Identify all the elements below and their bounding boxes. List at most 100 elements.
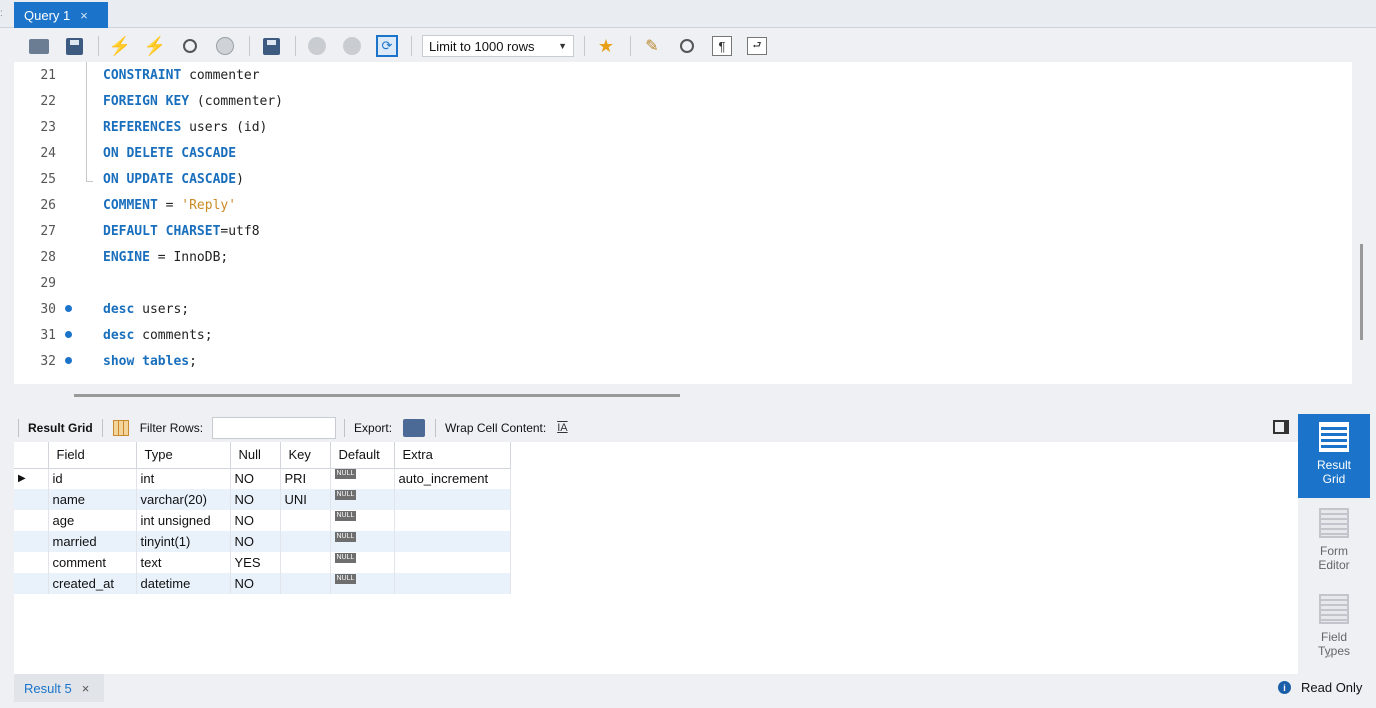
code-line[interactable]: 25 ON UPDATE CASCADE) (14, 166, 1334, 192)
autocommit-toggle[interactable]: ⟳ (376, 35, 398, 57)
table-row[interactable]: created_at datetime NO NULL (14, 573, 511, 594)
editor-vertical-scrollbar[interactable] (1360, 244, 1363, 340)
cell-extra[interactable] (394, 573, 511, 594)
stop-button[interactable] (214, 35, 236, 57)
cell-null[interactable]: NO (230, 489, 281, 510)
code-line[interactable]: 24 ON DELETE CASCADE (14, 140, 1334, 166)
cell-field[interactable]: age (48, 510, 137, 531)
code-line[interactable]: 32 show tables; (14, 348, 1334, 374)
chevron-down-icon[interactable]: ⌄ (1324, 646, 1334, 660)
execute-current-button[interactable]: ⚡ (144, 35, 166, 57)
code-line[interactable]: 23 REFERENCES users (id) (14, 114, 1334, 140)
toggle-side-panel-icon[interactable] (1273, 420, 1289, 434)
cell-null[interactable]: NO (230, 468, 281, 489)
cell-default[interactable]: NULL (330, 531, 395, 552)
filter-rows-input[interactable] (212, 417, 337, 439)
code-line[interactable]: 22 FOREIGN KEY (commenter) (14, 88, 1334, 114)
cell-default[interactable]: NULL (330, 468, 395, 489)
column-header-null[interactable]: Null (230, 442, 281, 469)
cell-field[interactable]: married (48, 531, 137, 552)
cell-type[interactable]: int (136, 468, 231, 489)
code-line[interactable]: 31 desc comments; (14, 322, 1334, 348)
cell-key[interactable] (280, 552, 331, 573)
close-icon[interactable]: × (82, 681, 90, 696)
code-token: FOREIGN KEY (103, 93, 190, 109)
table-row[interactable]: name varchar(20) NO UNI NULL (14, 489, 511, 510)
cell-default[interactable]: NULL (330, 552, 395, 573)
limit-rows-select[interactable]: Limit to 1000 rows ▼ (422, 35, 574, 57)
invisible-chars-button[interactable]: ¶ (711, 35, 733, 57)
close-icon[interactable]: × (80, 8, 88, 23)
row-marker (14, 552, 49, 573)
side-result-grid-button[interactable]: Result Grid (1292, 414, 1370, 498)
sql-editor[interactable]: 21 CONSTRAINT commenter 22 FOREIGN KEY (com… (14, 62, 1352, 384)
cell-type[interactable]: text (136, 552, 231, 573)
commit-button[interactable] (306, 35, 328, 57)
cell-type[interactable]: datetime (136, 573, 231, 594)
column-header-key[interactable]: Key (280, 442, 331, 469)
cell-extra[interactable] (394, 489, 511, 510)
code-line[interactable]: 29 (14, 270, 1334, 296)
cell-key[interactable] (280, 510, 331, 531)
code-line[interactable]: 26 COMMENT = 'Reply' (14, 192, 1334, 218)
side-form-editor-button[interactable]: Form Editor (1298, 500, 1370, 584)
save-button[interactable] (63, 35, 85, 57)
code-text: COMMENT = 'Reply' (103, 198, 236, 213)
result-grid-tab[interactable]: Result Grid (28, 421, 93, 435)
execute-button[interactable]: ⚡ (109, 35, 131, 57)
cell-type[interactable]: int unsigned (136, 510, 231, 531)
table-row[interactable]: ▶ id int NO PRI NULL auto_increment (14, 468, 511, 489)
code-token: desc (103, 327, 135, 343)
cell-null[interactable]: NO (230, 531, 281, 552)
result-grid-icon (1319, 422, 1349, 452)
table-row[interactable]: age int unsigned NO NULL (14, 510, 511, 531)
code-line[interactable]: 28 ENGINE = InnoDB; (14, 244, 1334, 270)
cell-key[interactable]: PRI (280, 468, 331, 489)
cell-null[interactable]: YES (230, 552, 281, 573)
column-header-type[interactable]: Type (136, 442, 231, 469)
cell-type[interactable]: varchar(20) (136, 489, 231, 510)
column-header-field[interactable]: Field (48, 442, 137, 469)
cell-field[interactable]: id (48, 468, 137, 489)
code-line[interactable]: 30 desc users; (14, 296, 1334, 322)
cell-key[interactable] (280, 531, 331, 552)
cell-null[interactable]: NO (230, 510, 281, 531)
toggle-continue-on-error-button[interactable] (260, 35, 282, 57)
form-editor-icon (1319, 508, 1349, 538)
info-icon: i (1278, 681, 1291, 694)
toolbar-divider (295, 36, 296, 56)
cell-extra[interactable] (394, 531, 511, 552)
cell-field[interactable]: comment (48, 552, 137, 573)
cell-field[interactable]: created_at (48, 573, 137, 594)
cell-null[interactable]: NO (230, 573, 281, 594)
find-button[interactable] (676, 35, 698, 57)
cell-type[interactable]: tinyint(1) (136, 531, 231, 552)
cell-default[interactable]: NULL (330, 510, 395, 531)
cell-default[interactable]: NULL (330, 573, 395, 594)
open-file-button[interactable] (28, 35, 50, 57)
code-line[interactable]: 27 DEFAULT CHARSET=utf8 (14, 218, 1334, 244)
explain-button[interactable] (179, 35, 201, 57)
cell-extra[interactable]: auto_increment (394, 468, 511, 489)
word-wrap-button[interactable]: ⮐ (746, 35, 768, 57)
cell-default[interactable]: NULL (330, 489, 395, 510)
tab-result-5[interactable]: Result 5 × (14, 674, 104, 702)
table-row[interactable]: married tinyint(1) NO NULL (14, 531, 511, 552)
add-snippet-button[interactable]: ★ (595, 35, 617, 57)
column-header-extra[interactable]: Extra (394, 442, 511, 469)
table-row[interactable]: comment text YES NULL (14, 552, 511, 573)
wrap-cell-icon[interactable]: IA (557, 422, 567, 434)
cell-key[interactable] (280, 573, 331, 594)
cell-field[interactable]: name (48, 489, 137, 510)
beautify-button[interactable]: ✎ (641, 35, 663, 57)
code-line[interactable]: 21 CONSTRAINT commenter (14, 62, 1334, 88)
column-header-default[interactable]: Default (330, 442, 395, 469)
cell-extra[interactable] (394, 510, 511, 531)
tab-query-1[interactable]: Query 1 × (14, 2, 108, 28)
export-icon[interactable] (403, 419, 426, 437)
grid-icon[interactable] (112, 420, 129, 436)
cell-extra[interactable] (394, 552, 511, 573)
editor-horizontal-scrollbar[interactable] (74, 394, 680, 397)
rollback-button[interactable] (341, 35, 363, 57)
cell-key[interactable]: UNI (280, 489, 331, 510)
